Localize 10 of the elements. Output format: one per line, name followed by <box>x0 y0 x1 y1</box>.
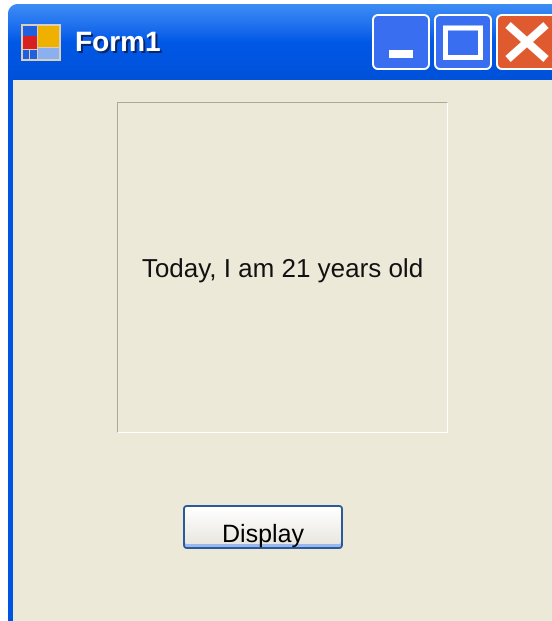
maximize-icon <box>443 24 483 60</box>
minimize-button[interactable] <box>372 14 430 70</box>
close-button[interactable] <box>496 14 552 70</box>
display-button[interactable]: Display <box>183 505 343 549</box>
maximize-button[interactable] <box>434 14 492 70</box>
close-icon <box>504 21 550 63</box>
window-title: Form1 <box>75 25 161 59</box>
app-icon <box>21 24 61 60</box>
minimize-icon <box>389 50 413 58</box>
age-label: Today, I am 21 years old <box>142 252 424 284</box>
